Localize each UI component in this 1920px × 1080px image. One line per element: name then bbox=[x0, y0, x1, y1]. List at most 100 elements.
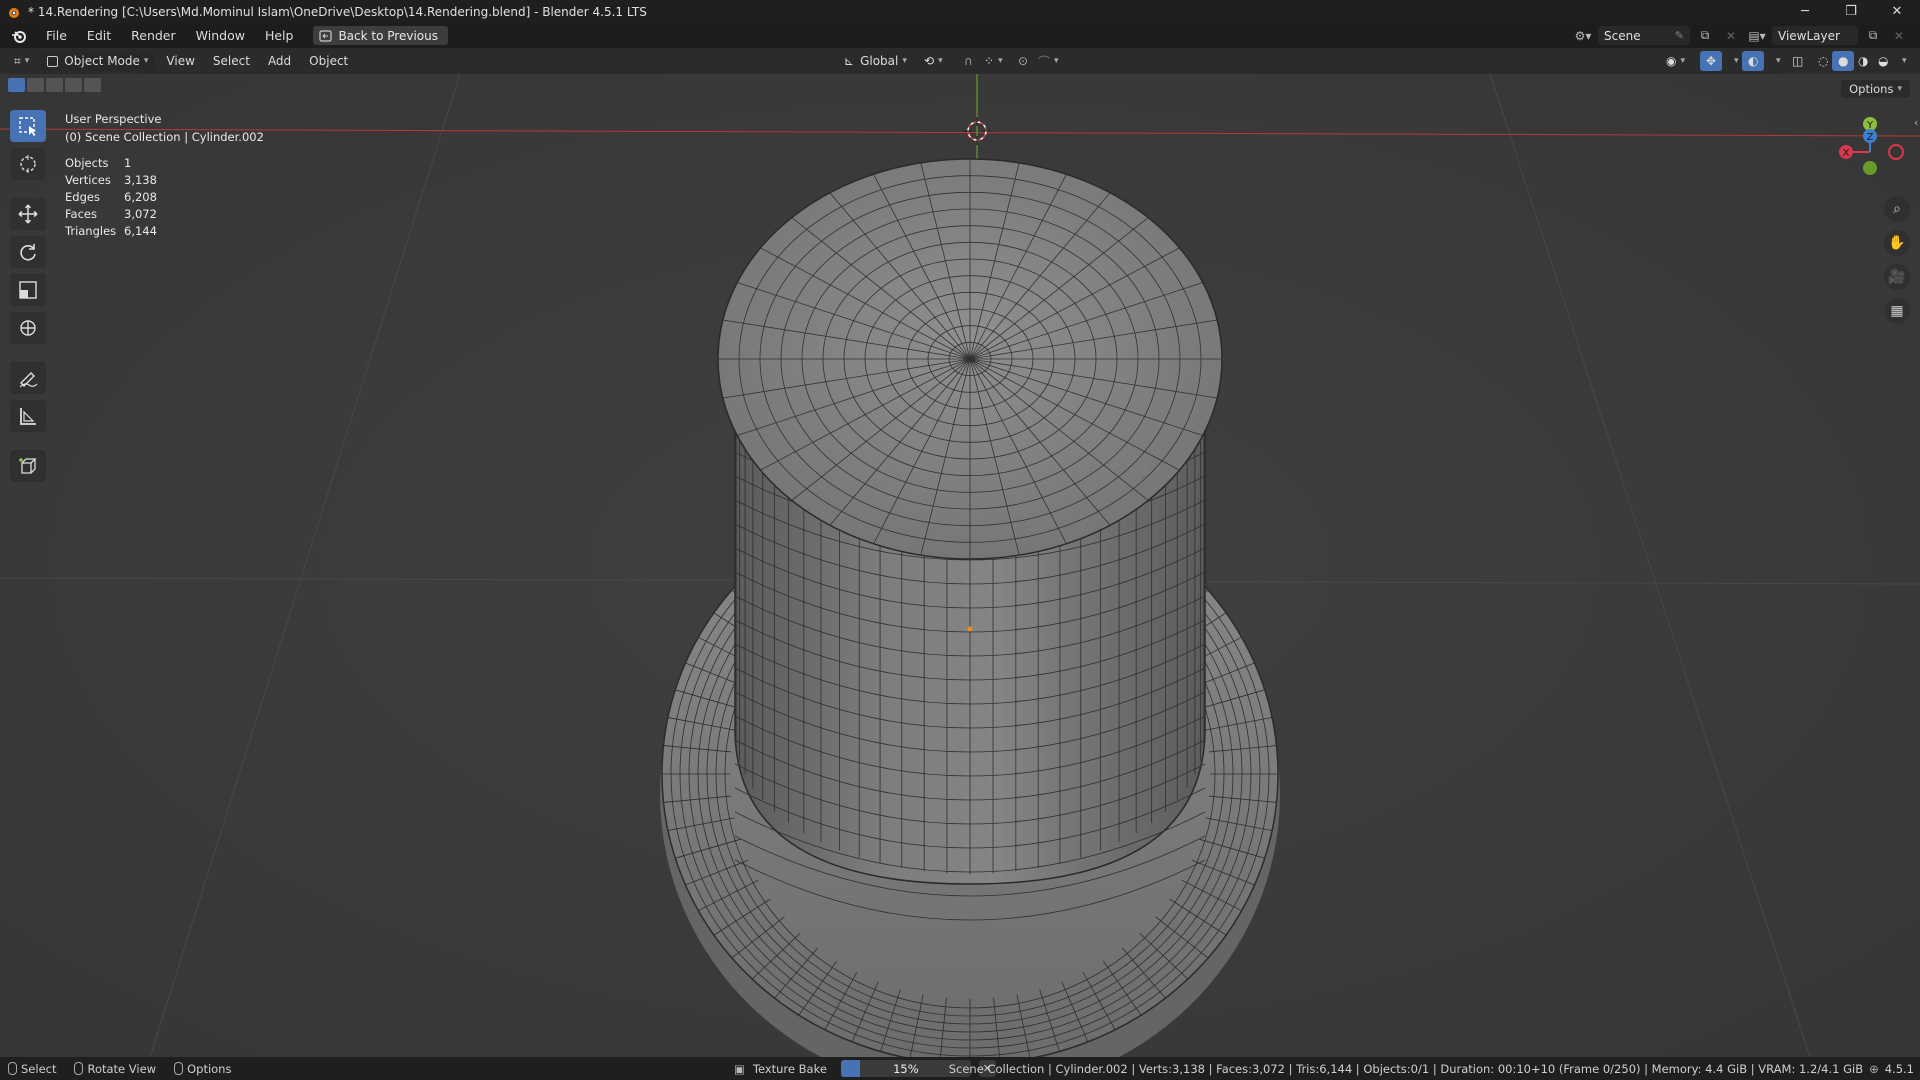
view-layer-name: ViewLayer bbox=[1778, 28, 1840, 43]
window-title-bar: * 14.Rendering [C:\Users\Md.Mominul Isla… bbox=[0, 0, 1920, 23]
add-cube-tool[interactable] bbox=[10, 450, 46, 482]
menu-edit[interactable]: Edit bbox=[77, 23, 121, 48]
menu-file[interactable]: File bbox=[36, 23, 77, 48]
view-perspective-label: User Perspective bbox=[65, 112, 162, 126]
eye-icon: ◉ bbox=[1666, 54, 1677, 68]
falloff-dropdown[interactable]: ⌒ ▾ bbox=[1032, 51, 1065, 71]
proportional-edit-icon: ⊙ bbox=[1018, 54, 1029, 68]
viewport-scene[interactable] bbox=[0, 74, 1920, 1057]
select-box-icon bbox=[19, 117, 36, 136]
pencil-icon bbox=[19, 372, 38, 388]
viewport-options-dropdown[interactable]: Options ▾ bbox=[1841, 80, 1910, 98]
menu-view[interactable]: View bbox=[160, 51, 200, 71]
mouse-right-icon bbox=[174, 1062, 184, 1075]
gizmo-toggle[interactable]: ✥ bbox=[1700, 51, 1723, 71]
gizmo-neg-y[interactable] bbox=[1863, 161, 1877, 175]
stat-value: 6,208 bbox=[124, 190, 157, 204]
stat-label: Triangles bbox=[65, 224, 117, 238]
delete-scene-icon[interactable]: ✕ bbox=[1720, 26, 1742, 45]
pivot-icon: ⟲ bbox=[924, 54, 935, 68]
navigation-buttons: ⌕ ✋ 🎥 ▦ bbox=[1884, 196, 1910, 324]
mouse-middle-icon bbox=[74, 1062, 84, 1075]
proportional-edit-toggle[interactable]: ⊙ bbox=[1012, 51, 1034, 71]
new-view-layer-icon[interactable]: ⧉ bbox=[1862, 26, 1884, 45]
status-bar: Select Rotate View Options ▣ Texture Bak… bbox=[0, 1057, 1920, 1080]
zoom-icon[interactable]: ⌕ bbox=[1884, 196, 1910, 222]
select-box-tool[interactable] bbox=[10, 110, 46, 142]
pivot-point-dropdown[interactable]: ⟲ ▾ bbox=[918, 51, 949, 71]
menu-help[interactable]: Help bbox=[255, 23, 304, 48]
view-layer-browse-icon[interactable]: ▤▾ bbox=[1746, 26, 1768, 45]
snap-toggle[interactable]: ∩ bbox=[958, 51, 979, 71]
overlays-toggle[interactable]: ◐ bbox=[1742, 51, 1765, 71]
gizmo-x-label: X bbox=[1843, 148, 1850, 159]
menu-add[interactable]: Add bbox=[262, 51, 297, 71]
shading-dropdown[interactable]: ▾ bbox=[1892, 51, 1913, 71]
move-tool[interactable] bbox=[10, 198, 46, 230]
select-subtract-mode-icon[interactable] bbox=[46, 78, 63, 92]
maximize-button[interactable]: ❐ bbox=[1828, 0, 1874, 23]
visibility-dropdown[interactable]: ◉ ▾ bbox=[1660, 51, 1691, 71]
select-invert-mode-icon[interactable] bbox=[65, 78, 82, 92]
close-button[interactable]: ✕ bbox=[1874, 0, 1920, 23]
hint-rotate: Rotate View bbox=[74, 1062, 156, 1076]
delete-view-layer-icon[interactable]: ✕ bbox=[1888, 26, 1910, 45]
stat-row-faces: Faces 3,072 bbox=[65, 206, 157, 223]
snap-target-dropdown[interactable]: ⁘ ▾ bbox=[978, 51, 1009, 71]
solid-sphere-icon: ● bbox=[1838, 54, 1849, 68]
gizmo-z-label: Z bbox=[1867, 132, 1874, 143]
ortho-grid-icon[interactable]: ▦ bbox=[1884, 298, 1910, 324]
stat-label: Edges bbox=[65, 190, 100, 204]
xray-toggle[interactable]: ◫ bbox=[1786, 51, 1809, 71]
menu-select[interactable]: Select bbox=[207, 51, 256, 71]
pin-icon[interactable]: ✎ bbox=[1675, 29, 1684, 42]
add-cube-icon bbox=[19, 458, 37, 474]
rotate-tool[interactable] bbox=[10, 236, 46, 268]
hint-select-label: Select bbox=[21, 1061, 57, 1076]
overlays-dropdown[interactable]: ▾ bbox=[1766, 51, 1787, 71]
transform-orientation-dropdown[interactable]: ⊾ Global ▾ bbox=[838, 51, 913, 71]
select-extend-mode-icon[interactable] bbox=[27, 78, 44, 92]
new-scene-icon[interactable]: ⧉ bbox=[1694, 26, 1716, 45]
transform-icon bbox=[20, 320, 36, 336]
stat-value: 3,138 bbox=[124, 173, 157, 187]
options-label: Options bbox=[1849, 82, 1894, 96]
view-layer-field[interactable]: ViewLayer bbox=[1772, 26, 1858, 45]
scene-browse-icon[interactable]: ⚙▾ bbox=[1572, 26, 1594, 45]
cursor-tool[interactable] bbox=[10, 148, 46, 180]
version-text: 4.5.1 bbox=[1884, 1061, 1914, 1076]
transform-tool[interactable] bbox=[10, 312, 46, 344]
select-new-mode-icon[interactable] bbox=[8, 78, 25, 92]
hat-crown-mesh[interactable] bbox=[717, 158, 1223, 921]
menu-window[interactable]: Window bbox=[186, 23, 255, 48]
hint-options: Options bbox=[174, 1062, 231, 1076]
sidebar-collapse-icon[interactable]: ‹ bbox=[1914, 116, 1918, 129]
gizmo-neg-x[interactable] bbox=[1888, 144, 1904, 160]
back-to-previous-label: Back to Previous bbox=[338, 28, 438, 43]
camera-view-icon[interactable]: 🎥 bbox=[1884, 264, 1910, 290]
measure-tool[interactable] bbox=[10, 400, 46, 432]
scene-name-field[interactable]: Scene ✎ bbox=[1598, 26, 1690, 45]
pan-hand-icon[interactable]: ✋ bbox=[1884, 230, 1910, 256]
globe-icon: ⊕ bbox=[1869, 1061, 1879, 1076]
minimize-button[interactable]: ─ bbox=[1782, 0, 1828, 23]
navigation-gizmo[interactable]: X Y Z ‹ bbox=[1810, 112, 1920, 192]
menu-object[interactable]: Object bbox=[303, 51, 354, 71]
active-collection-label: (0) Scene Collection | Cylinder.002 bbox=[65, 130, 264, 144]
3d-viewport[interactable] bbox=[0, 74, 1920, 1057]
annotate-tool[interactable] bbox=[10, 362, 46, 394]
mode-dropdown[interactable]: Object Mode ▾ bbox=[41, 51, 155, 71]
select-intersect-mode-icon[interactable] bbox=[84, 78, 101, 92]
scale-tool[interactable] bbox=[10, 274, 46, 306]
back-to-previous-button[interactable]: Back to Previous bbox=[313, 26, 448, 45]
window-title: * 14.Rendering [C:\Users\Md.Mominul Isla… bbox=[28, 4, 647, 19]
blender-logo-icon[interactable] bbox=[10, 27, 28, 45]
stat-value: 6,144 bbox=[124, 224, 157, 238]
transform-orientation-label: Global bbox=[860, 54, 899, 68]
stat-label: Vertices bbox=[65, 173, 111, 187]
viewport-info-overlay: User Perspective (0) Scene Collection | … bbox=[65, 110, 264, 146]
editor-type-dropdown[interactable]: ⌗ ▾ bbox=[8, 51, 35, 71]
job-label: Texture Bake bbox=[752, 1061, 827, 1076]
mouse-left-icon bbox=[8, 1062, 17, 1075]
menu-render[interactable]: Render bbox=[121, 23, 186, 48]
